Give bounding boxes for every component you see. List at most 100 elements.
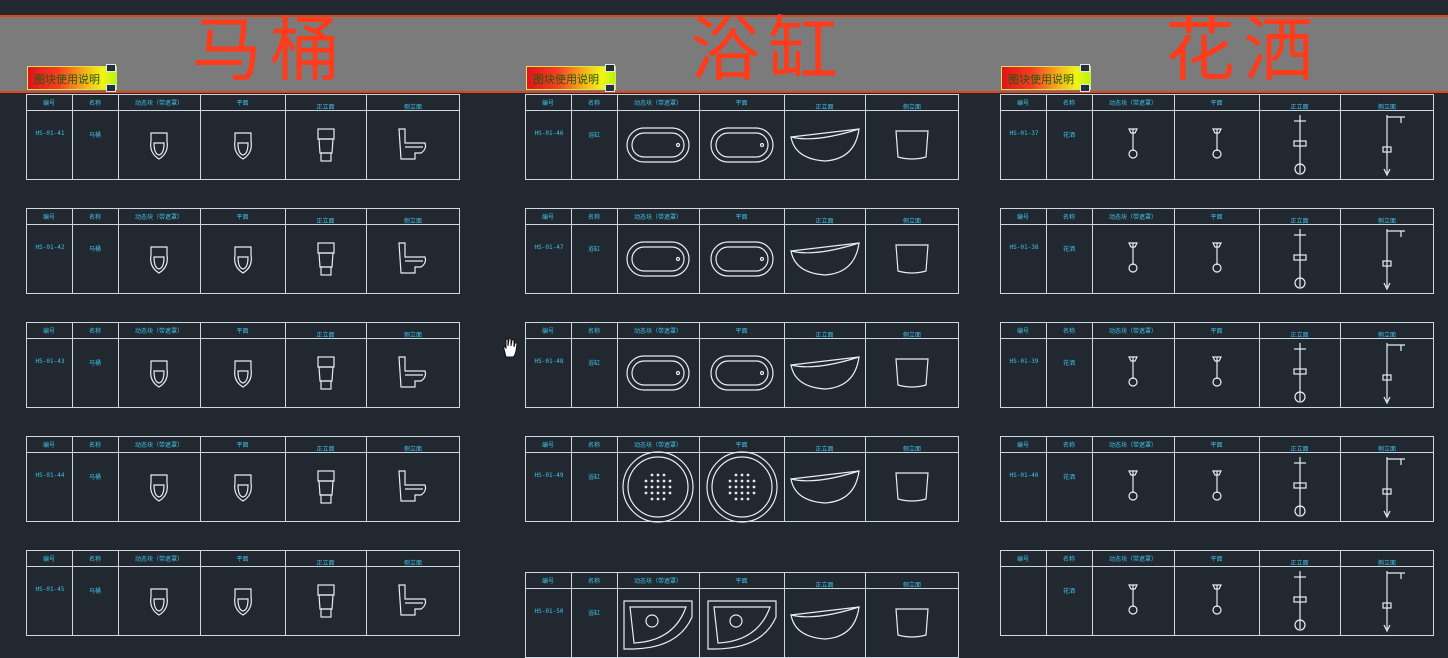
bathtub-front-icon [789, 606, 860, 640]
block-name: 花洒 [1062, 132, 1075, 139]
column-header: 动态块（带遮罩） [134, 214, 184, 221]
column-header: 侧立面 [902, 332, 922, 339]
column-header: 名称 [587, 578, 601, 585]
bathtub-top-icon[interactable] [626, 355, 690, 391]
round-bathtub-top-icon [705, 451, 778, 523]
toilet-top-icon[interactable] [150, 360, 168, 388]
shower-top-icon[interactable] [1128, 128, 1138, 159]
column-header: 侧立面 [902, 446, 922, 453]
block-code: HS-01-48 [534, 358, 564, 365]
toilet-top-icon[interactable] [150, 246, 168, 274]
column-header: 正立面 [316, 332, 335, 339]
column-header: 侧立面 [403, 446, 423, 453]
toilet-top-icon[interactable] [150, 132, 168, 160]
block-table: 编号 名称 动态块（带遮罩） 平面 正立面 侧立面 HS-01-42 马桶 [26, 208, 460, 294]
shower-top-icon [1211, 128, 1222, 159]
toilet-front-icon [316, 356, 335, 390]
shower-top-icon[interactable] [1128, 356, 1138, 387]
bathtub-side-icon [895, 130, 929, 160]
block-table: 编号 名称 动态块（带遮罩） 平面 正立面 侧立面 HS-01-45 马桶 [26, 550, 460, 636]
toilet-front-icon [316, 242, 335, 276]
bathtub-top-icon[interactable] [626, 241, 690, 277]
bathtub-top-icon[interactable] [626, 127, 690, 163]
bathtub-front-icon [789, 128, 860, 162]
column-header: 编号 [541, 442, 555, 449]
block-code: HS-01-49 [534, 472, 564, 479]
block-table: 编号 名称 动态块（带遮罩） 平面 正立面 侧立面 HS-01-50 浴缸 [525, 572, 959, 658]
block-table: 编号 名称 动态块（带遮罩） 平面 正立面 侧立面 HS-01-43 马桶 [26, 322, 460, 408]
shower-side-icon [1382, 457, 1405, 519]
bathtub-side-icon [895, 244, 929, 274]
column-header: 名称 [1062, 100, 1076, 107]
block-name: 花洒 [1062, 474, 1075, 481]
block-name: 马桶 [88, 588, 101, 595]
round-bathtub-top-icon[interactable] [622, 451, 694, 523]
corner-bathtub-top-icon[interactable] [623, 600, 693, 650]
block-name: 浴缸 [587, 132, 600, 139]
shower-front-icon [1292, 115, 1307, 175]
column-header: 动态块（带遮罩） [1108, 214, 1158, 221]
section-title-shower: 花洒 [1165, 9, 1321, 91]
block-name: 浴缸 [587, 610, 600, 617]
block-table: 编号 名称 动态块（带遮罩） 平面 正立面 侧立面 HS-01-38 花洒 [1000, 208, 1434, 294]
column-header: 平面 [1210, 556, 1223, 563]
column-header: 平面 [735, 328, 748, 335]
column-header: 名称 [1062, 556, 1076, 563]
toilet-top-icon[interactable] [150, 474, 168, 502]
shower-front-icon [1292, 571, 1307, 631]
shower-top-icon[interactable] [1128, 470, 1138, 501]
column-header: 名称 [587, 328, 601, 335]
toilet-front-icon [316, 584, 335, 618]
toilet-top-icon [233, 132, 252, 160]
block-table: 编号 名称 动态块（带遮罩） 平面 正立面 侧立面 HS-01-39 花洒 [1000, 322, 1434, 408]
bathtub-side-icon [895, 358, 929, 388]
shower-top-icon [1211, 584, 1222, 615]
column-header: 动态块（带遮罩） [633, 100, 683, 107]
toilet-top-icon[interactable] [150, 588, 168, 616]
column-header: 平面 [236, 328, 249, 335]
block-code: HS-01-46 [534, 130, 564, 137]
column-header: 编号 [42, 100, 56, 107]
column-header: 平面 [1210, 214, 1223, 221]
block-guide-button[interactable]: 图块使用说明 [1001, 64, 1091, 92]
column-header: 动态块（带遮罩） [1108, 100, 1158, 107]
column-header: 正立面 [815, 582, 834, 589]
block-table: 编号 名称 动态块（带遮罩） 平面 正立面 侧立面 HS-01-44 马桶 [26, 436, 460, 522]
bathtub-front-icon [789, 470, 860, 504]
shower-side-icon [1382, 343, 1405, 405]
column-header: 动态块（带遮罩） [1108, 556, 1158, 563]
column-header: 动态块（带遮罩） [134, 100, 184, 107]
block-code: HS-01-47 [534, 244, 564, 251]
column-header: 名称 [1062, 328, 1076, 335]
block-table: 编号 名称 动态块（带遮罩） 平面 正立面 侧立面 HS-01-37 花洒 [1000, 94, 1434, 180]
shower-top-icon[interactable] [1128, 242, 1138, 273]
shower-side-icon [1382, 229, 1405, 291]
column-header: 正立面 [1290, 446, 1309, 453]
column-header: 侧立面 [403, 332, 423, 339]
column-header: 侧立面 [1377, 104, 1397, 111]
toilet-side-icon [398, 242, 427, 274]
column-header: 侧立面 [403, 560, 423, 567]
block-guide-label: 图块使用说明 [533, 73, 599, 86]
column-header: 编号 [42, 328, 56, 335]
toilet-side-icon [398, 470, 427, 502]
bathtub-side-icon [895, 472, 929, 502]
column-header: 编号 [1016, 100, 1030, 107]
block-guide-button[interactable]: 图块使用说明 [526, 64, 616, 92]
column-header: 动态块（带遮罩） [134, 328, 184, 335]
block-code: HS-01-45 [35, 586, 65, 593]
bathtub-side-icon [895, 608, 929, 638]
shower-top-icon[interactable] [1128, 584, 1138, 615]
column-header: 侧立面 [902, 218, 922, 225]
column-header: 侧立面 [902, 104, 922, 111]
toilet-top-icon [233, 474, 252, 502]
section-title-bathtub: 浴缸 [690, 9, 846, 91]
shower-front-icon [1292, 457, 1307, 517]
toilet-front-icon [316, 128, 335, 162]
block-guide-button[interactable]: 图块使用说明 [27, 64, 117, 92]
toilet-top-icon [233, 588, 252, 616]
block-guide-label: 图块使用说明 [1008, 73, 1074, 86]
column-header: 平面 [1210, 100, 1223, 107]
column-header: 编号 [541, 328, 555, 335]
block-guide-label: 图块使用说明 [34, 73, 100, 86]
